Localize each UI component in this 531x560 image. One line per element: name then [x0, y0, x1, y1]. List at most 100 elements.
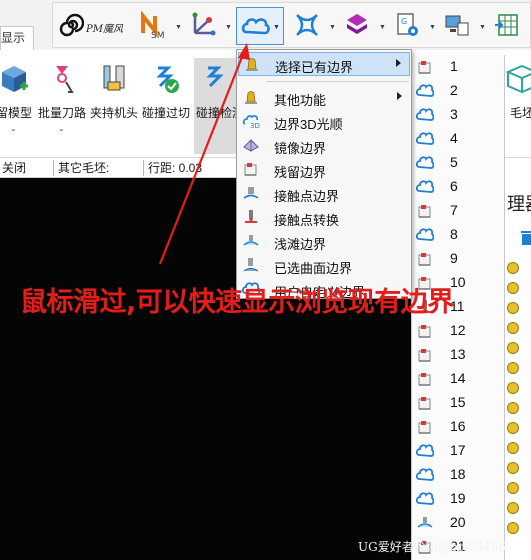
lightbulb-icon[interactable] [507, 362, 519, 374]
chevron-down-icon[interactable]: ▼ [329, 24, 337, 31]
bell-boundary-icon [242, 89, 260, 107]
boundary-list-item[interactable]: 18 [412, 463, 504, 487]
layers-icon[interactable] [343, 11, 371, 39]
top-toolbar: 显示 PM魔风 SM ▼ ▼ ▼ ▼ ▼ G ▼ ▼ [0, 0, 531, 50]
ribbon-item-holder[interactable]: 夹持机头 [90, 58, 140, 154]
boundary-list-item[interactable]: 7 [412, 199, 504, 223]
rest-boundary-icon [416, 323, 434, 339]
bell-boundary-icon [243, 56, 261, 74]
ribbon-item-label: 毛坯 [510, 106, 531, 120]
ribbon-item-label: 夹持机头 [90, 106, 139, 120]
boundary-list-item[interactable]: 6 [412, 175, 504, 199]
explorer-panel: 理器 [505, 158, 531, 560]
boundary-list-label: 3 [450, 106, 458, 122]
lightbulb-icon[interactable] [507, 382, 519, 394]
rest-boundary-icon [416, 251, 434, 267]
ribbon-item-collision-detect[interactable]: 碰撞检测 [194, 58, 244, 154]
menu-item-5[interactable]: 接触点边界 [238, 182, 410, 206]
chevron-down-icon[interactable]: ▼ [379, 24, 387, 31]
boundary-dropdown-menu: 选择已有边界 其他功能 3D 边界3D光顺 镜像边界 残留边界 接触点边界 接触点转换 浅滩边界… [236, 49, 412, 300]
lightbulb-icon[interactable] [507, 402, 519, 414]
menu-item-2[interactable]: 3D 边界3D光顺 [238, 110, 410, 134]
menu-item-0[interactable]: 选择已有边界 [238, 52, 410, 76]
chevron-down-icon[interactable]: ▼ [273, 24, 280, 31]
boundary-list-item[interactable]: 3 [412, 103, 504, 127]
lightbulb-icon[interactable] [507, 342, 519, 354]
boundary-list-item[interactable]: 2 [412, 79, 504, 103]
boundary-list-label: 13 [450, 346, 466, 362]
boundary-list-item[interactable]: 4 [412, 127, 504, 151]
boundary-3d-smooth-icon: 3D [242, 113, 260, 131]
status-closed: 关闭 [0, 160, 54, 176]
boundary-list-item[interactable]: 8 [412, 223, 504, 247]
boundary-list-item[interactable]: 17 [412, 439, 504, 463]
boundary-list-item[interactable]: 15 [412, 391, 504, 415]
chevron-down-icon[interactable]: ▼ [175, 24, 183, 31]
menu-item-6[interactable]: 接触点转换 [238, 206, 410, 230]
rest-boundary-icon [416, 371, 434, 387]
collision-check-icon [156, 66, 179, 93]
tab-display[interactable]: 显示 [0, 26, 34, 50]
lightbulb-icon[interactable] [507, 422, 519, 434]
lightbulb-icon[interactable] [507, 322, 519, 334]
rest-boundary-icon [416, 419, 434, 435]
ribbon-item-model[interactable]: 留模型 ⌄ [0, 58, 36, 154]
menu-item-4[interactable]: 残留边界 [238, 158, 410, 182]
boundary-list-item[interactable]: 16 [412, 415, 504, 439]
boundary-list-item[interactable]: 19 [412, 487, 504, 511]
boundary-list-item[interactable]: 20 [412, 511, 504, 535]
boundary-list-label: 18 [450, 466, 466, 482]
menu-item-3[interactable]: 镜像边界 [238, 134, 410, 158]
powermill-logo-icon[interactable] [57, 11, 85, 39]
menu-item-label: 已选曲面边界 [274, 261, 353, 276]
chevron-down-icon[interactable]: ▼ [225, 24, 233, 31]
chevron-down-icon[interactable]: ▼ [429, 24, 437, 31]
top-icon-strip: PM魔风 SM ▼ ▼ ▼ ▼ ▼ G ▼ ▼ [52, 2, 531, 48]
cross-star-icon[interactable] [293, 11, 321, 39]
boundary-list-item[interactable]: 12 [412, 319, 504, 343]
menu-item-1[interactable]: 其他功能 [238, 86, 410, 110]
lightbulb-icon[interactable] [507, 462, 519, 474]
boundary-cloud-icon [415, 491, 435, 507]
nsm-icon[interactable]: SM [139, 11, 167, 39]
workplane-axis-icon[interactable] [189, 11, 217, 39]
boundary-list-label: 2 [450, 82, 458, 98]
ribbon-item-batch-toolpath[interactable]: 批量刀路 ⌄ [38, 58, 88, 154]
boundary-cloud-icon [415, 155, 435, 171]
boundary-list-label: 1 [450, 58, 458, 74]
lightbulb-icon[interactable] [507, 262, 519, 274]
rest-boundary-icon [416, 347, 434, 363]
ribbon-item-label: 批量刀路 [38, 106, 87, 120]
ribbon-item-label: 留模型 [0, 106, 33, 120]
boundary-list-item[interactable]: 1 [412, 55, 504, 79]
svg-text:3D: 3D [250, 122, 260, 129]
menu-item-7[interactable]: 浅滩边界 [238, 230, 410, 254]
boundary-cloud-icon [415, 83, 435, 99]
boundary-list-item[interactable]: 13 [412, 343, 504, 367]
monitor-icon[interactable] [443, 11, 471, 39]
chevron-down-icon[interactable]: ⌄ [10, 124, 17, 133]
boundary-list-label: 16 [450, 418, 466, 434]
boundary-list-item[interactable]: 14 [412, 367, 504, 391]
trash-icon[interactable] [521, 230, 531, 246]
boundary-cloud-icon [415, 467, 435, 483]
lightbulb-icon[interactable] [507, 482, 519, 494]
boundary-list-label: 17 [450, 442, 466, 458]
boundary-button[interactable]: ▼ [236, 7, 284, 45]
boundary-list-label: 7 [450, 202, 458, 218]
lightbulb-icon[interactable] [507, 522, 519, 534]
ribbon-item-stock[interactable]: 毛坯 [506, 58, 531, 154]
menu-item-8[interactable]: 已选曲面边界 [238, 254, 410, 278]
lightbulb-icon[interactable] [507, 502, 519, 514]
chevron-down-icon[interactable]: ▼ [479, 24, 487, 31]
grid-export-icon[interactable] [493, 11, 521, 39]
boundary-list-item[interactable]: 5 [412, 151, 504, 175]
boundary-cloud-icon [415, 443, 435, 459]
boundary-list-label: 20 [450, 514, 466, 530]
ribbon-item-collision-check[interactable]: 碰撞过切 [142, 58, 192, 154]
chevron-down-icon[interactable]: ⌄ [58, 124, 65, 133]
boundary-list-item[interactable]: 9 [412, 247, 504, 271]
lightbulb-icon[interactable] [507, 442, 519, 454]
ribbon-item-label: 碰撞过切 [142, 106, 191, 120]
document-settings-icon[interactable]: G [393, 11, 421, 39]
